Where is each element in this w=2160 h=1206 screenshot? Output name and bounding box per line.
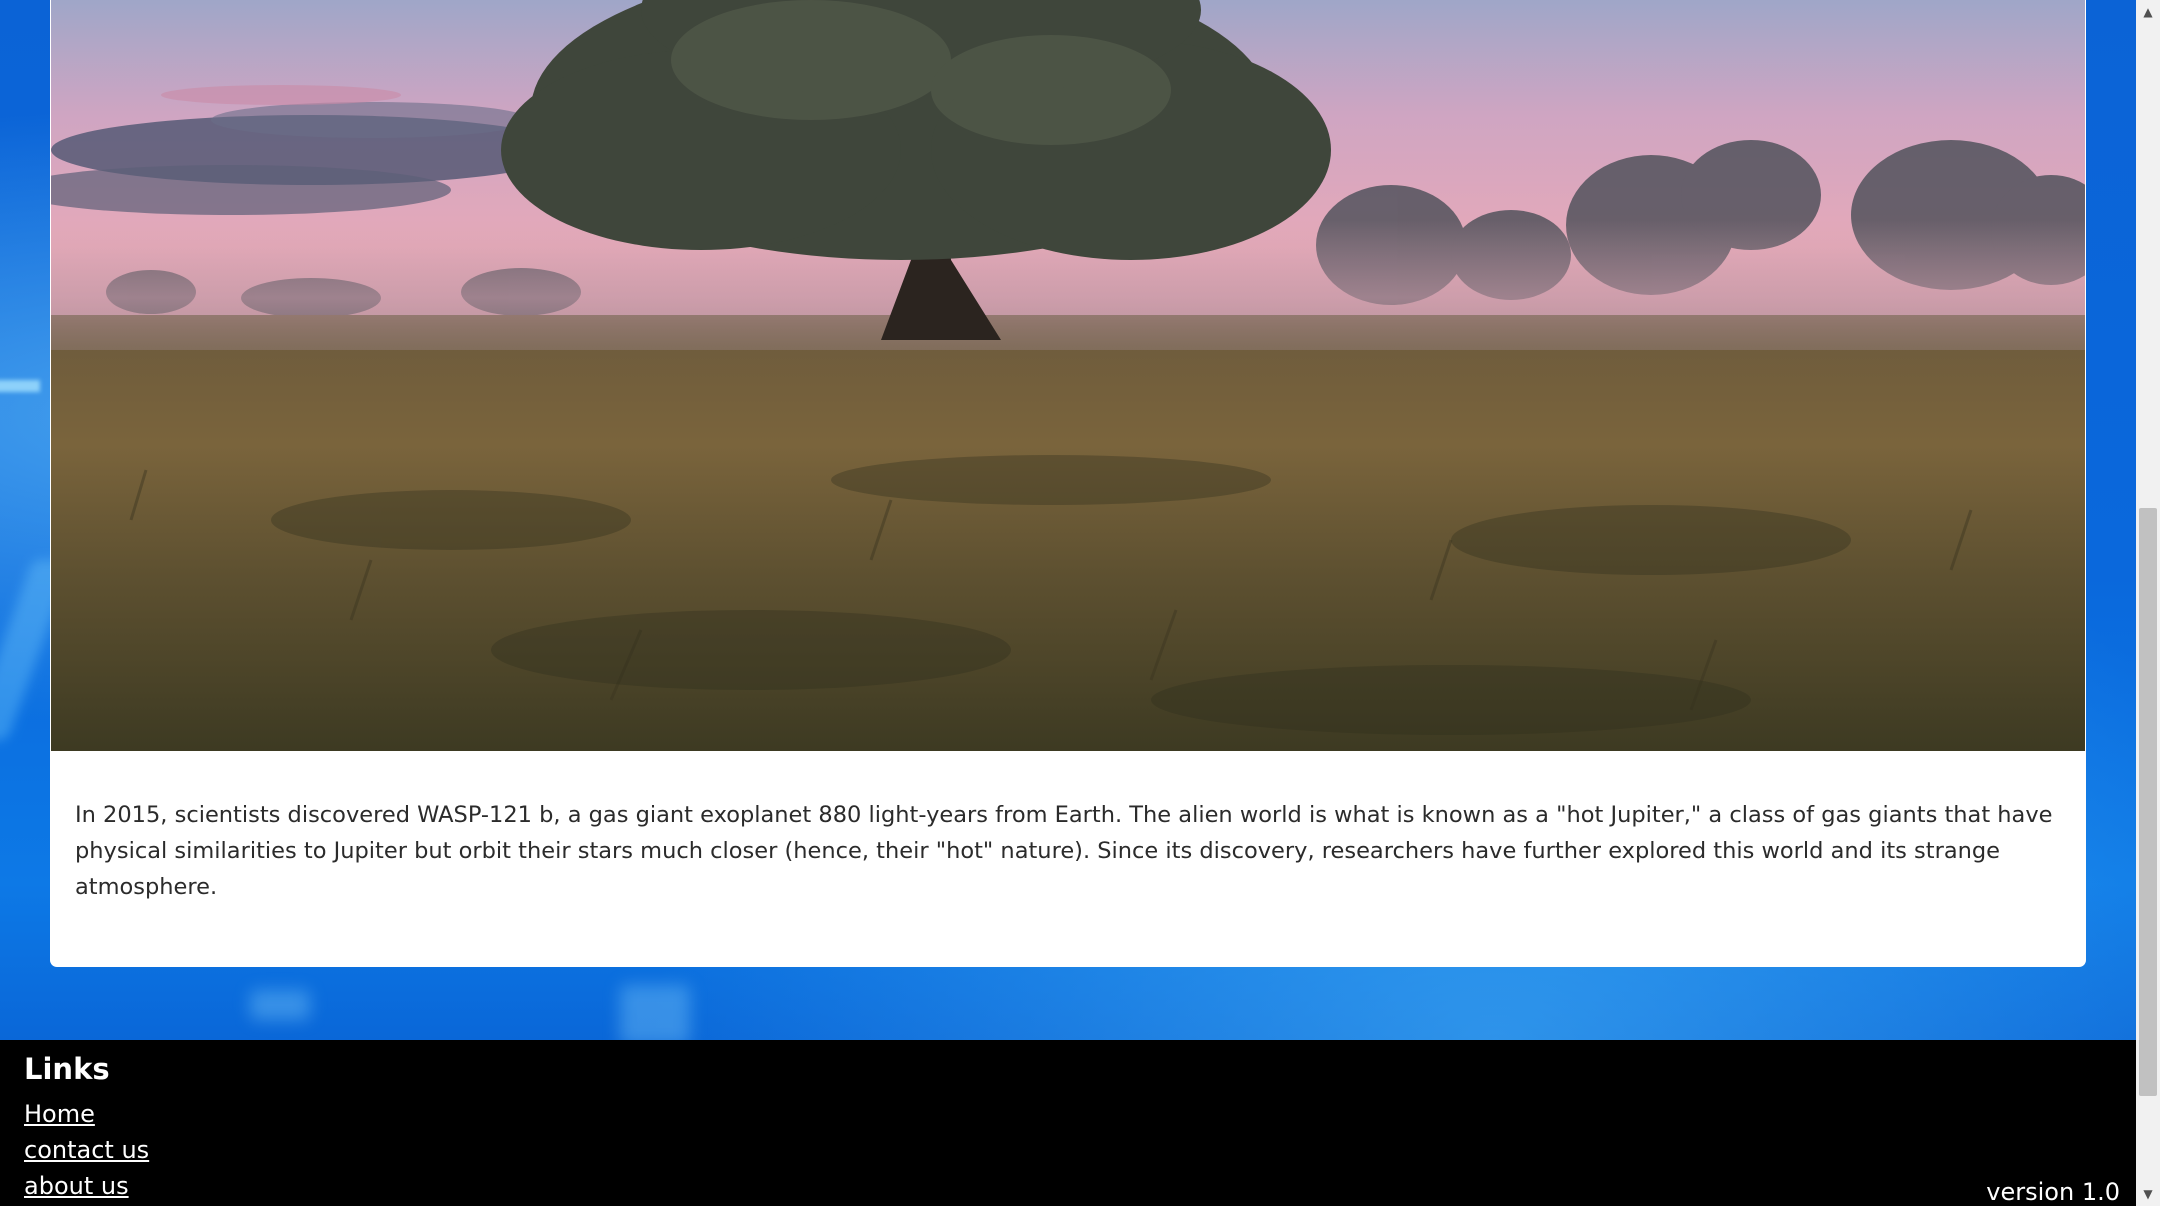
chevron-down-icon[interactable]: ▼ bbox=[2136, 1182, 2160, 1206]
wallpaper-streak bbox=[0, 380, 40, 392]
footer-link-item: contact us bbox=[24, 1136, 149, 1172]
site-footer: Links Home contact us about us version 1… bbox=[0, 1040, 2136, 1206]
article-hero-image bbox=[51, 0, 2085, 751]
chevron-up-icon[interactable]: ▲ bbox=[2136, 0, 2160, 24]
footer-link-contact[interactable]: contact us bbox=[24, 1136, 149, 1164]
wallpaper-glow bbox=[620, 985, 690, 1040]
scrollbar-thumb[interactable] bbox=[2139, 508, 2157, 1096]
footer-heading: Links bbox=[24, 1052, 110, 1086]
version-label: version 1.0 bbox=[1986, 1178, 2120, 1206]
hero-landscape-svg bbox=[51, 0, 2085, 751]
footer-link-item: about us bbox=[24, 1172, 149, 1206]
article-text: In 2015, scientists discovered WASP-121 … bbox=[75, 801, 2053, 900]
vertical-scrollbar[interactable]: ▲ ▼ bbox=[2136, 0, 2160, 1206]
footer-link-about[interactable]: about us bbox=[24, 1172, 129, 1200]
footer-link-home[interactable]: Home bbox=[24, 1100, 95, 1128]
article-card: In 2015, scientists discovered WASP-121 … bbox=[50, 0, 2086, 967]
footer-link-item: Home bbox=[24, 1100, 149, 1136]
wallpaper-glow bbox=[250, 990, 310, 1020]
footer-links-list: Home contact us about us bbox=[24, 1100, 149, 1206]
